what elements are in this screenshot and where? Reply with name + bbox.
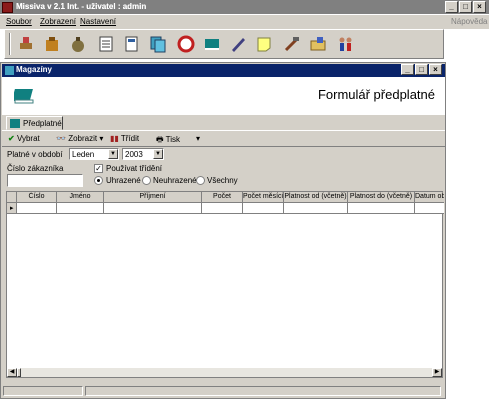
status-bar: [1, 384, 445, 398]
checklist-icon[interactable]: [95, 33, 117, 55]
customer-label: Číslo zákazníka: [7, 164, 64, 173]
book-icon[interactable]: [201, 33, 223, 55]
pen-icon[interactable]: [227, 33, 249, 55]
scroll-left-icon[interactable]: ◀: [7, 368, 17, 377]
money-bag-icon[interactable]: [67, 33, 89, 55]
scroll-thumb[interactable]: [17, 368, 21, 377]
use-sort-checkbox[interactable]: ✓: [94, 164, 103, 173]
form-header: Formulář předplatné: [2, 77, 445, 115]
use-sort-label: Používat třídění: [106, 164, 163, 173]
sort-icon: ▮▮: [110, 134, 119, 143]
people-icon[interactable]: [335, 33, 357, 55]
glasses-icon: 👓: [56, 134, 66, 143]
child-minimize-button[interactable]: _: [401, 64, 414, 75]
col-jmeno[interactable]: Jméno: [57, 192, 104, 203]
select-button[interactable]: ✔ Vybrat: [8, 134, 40, 143]
sort-button[interactable]: ▮▮ Třídit: [110, 134, 139, 143]
horizontal-scrollbar[interactable]: ◀ ▶: [7, 368, 442, 377]
month-select[interactable]: Leden ▼: [69, 148, 119, 160]
col-platnost-od[interactable]: Platnost od (včetně): [284, 192, 348, 203]
tab-strip: Předplatné: [2, 115, 445, 131]
status-panel-1: [3, 386, 83, 396]
main-toolbar: [4, 29, 444, 59]
menu-bar: Soubor Zobrazení Nastavení Nápověda: [0, 15, 489, 29]
subscription-grid: Číslo Jméno Příjmení Počet Počet měsíců …: [6, 191, 444, 378]
child-close-button[interactable]: ×: [429, 64, 442, 75]
row-pointer-icon: ▸: [10, 205, 14, 212]
all-label: Všechny: [207, 176, 238, 185]
window-icon: [5, 66, 14, 75]
child-maximize-button[interactable]: □: [415, 64, 428, 75]
printer-icon: 🖶: [156, 135, 164, 144]
minimize-button[interactable]: _: [445, 1, 458, 13]
year-select[interactable]: 2003 ▼: [122, 148, 164, 160]
book-icon: [10, 119, 20, 128]
maximize-button[interactable]: □: [459, 1, 472, 13]
col-platnost-do[interactable]: Platnost do (včetně): [348, 192, 415, 203]
col-pocet-mesicu[interactable]: Počet měsíců: [243, 192, 284, 203]
form-title: Formulář předplatné: [317, 87, 435, 102]
table-row[interactable]: ▸: [7, 203, 444, 214]
menu-soubor[interactable]: Soubor: [6, 17, 32, 26]
stamp-icon[interactable]: [15, 33, 37, 55]
app-title-bar: Missiva v 2.1 Int. - uživatel : admin _ …: [0, 0, 489, 15]
note-icon[interactable]: [253, 33, 275, 55]
col-datum[interactable]: Datum ob: [415, 192, 444, 203]
col-pocet[interactable]: Počet: [202, 192, 243, 203]
tab-label: Předplatné: [23, 119, 62, 128]
col-prijmeni[interactable]: Příjmení: [104, 192, 202, 203]
customer-input[interactable]: [7, 174, 83, 187]
lifebuoy-icon[interactable]: [175, 33, 197, 55]
chevron-down-icon: ▼: [153, 149, 163, 159]
print-dropdown[interactable]: ▾: [196, 134, 200, 143]
unpaid-label: Neuhrazené: [153, 176, 197, 185]
check-icon: ✔: [8, 134, 15, 143]
child-title-bar: Magazíny _ □ ×: [2, 64, 445, 77]
chevron-down-icon: ▼: [108, 149, 118, 159]
tab-predplatne[interactable]: Předplatné: [6, 116, 63, 130]
child-title: Magazíny: [16, 65, 53, 74]
document-icon[interactable]: [121, 33, 143, 55]
book-logo-icon: [14, 89, 34, 104]
tools-icon[interactable]: [281, 33, 303, 55]
all-radio[interactable]: [196, 176, 205, 185]
close-button[interactable]: ×: [473, 1, 486, 13]
paid-radio[interactable]: [94, 176, 103, 185]
menu-napoveda[interactable]: Nápověda: [451, 17, 487, 26]
copy-icon[interactable]: [147, 33, 169, 55]
print-button[interactable]: 🖶 Tisk: [156, 134, 180, 148]
folder-icon[interactable]: [307, 33, 329, 55]
bag-icon[interactable]: [41, 33, 63, 55]
view-button[interactable]: 👓 Zobrazit ▾: [56, 134, 103, 143]
menu-nastaveni[interactable]: Nastavení: [80, 17, 116, 26]
col-cislo[interactable]: Číslo: [17, 192, 57, 203]
paid-label: Uhrazené: [106, 176, 141, 185]
status-panel-2: [85, 386, 441, 396]
unpaid-radio[interactable]: [142, 176, 151, 185]
action-bar: ✔ Vybrat 👓 Zobrazit ▾ ▮▮ Třídit 🖶 Tisk ▾: [2, 132, 445, 147]
grid-header: Číslo Jméno Příjmení Počet Počet měsíců …: [7, 192, 444, 203]
app-title: Missiva v 2.1 Int. - uživatel : admin: [16, 2, 147, 11]
menu-zobrazeni[interactable]: Zobrazení: [40, 17, 76, 26]
app-icon: [2, 2, 13, 13]
scroll-right-icon[interactable]: ▶: [432, 368, 442, 377]
period-label: Platné v období: [7, 150, 63, 159]
